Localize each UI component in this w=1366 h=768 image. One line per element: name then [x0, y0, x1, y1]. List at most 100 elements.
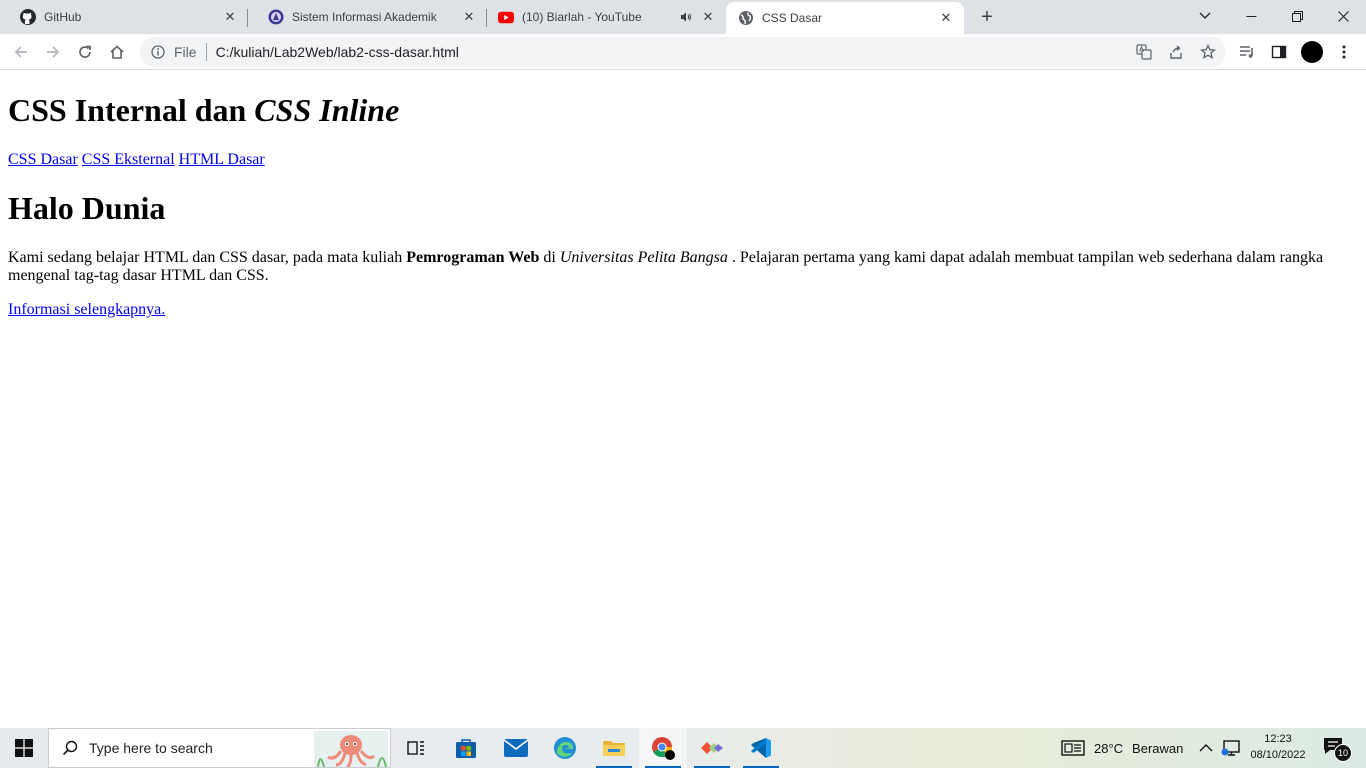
taskbar-app-chrome[interactable] — [639, 728, 687, 768]
vscode-icon — [751, 738, 771, 758]
menu-button[interactable] — [1330, 38, 1358, 66]
page-nav: CSS Dasar CSS Eksternal HTML Dasar — [8, 151, 265, 169]
task-view-icon — [407, 741, 424, 755]
omnibox-divider — [205, 43, 207, 61]
minimize-button[interactable] — [1228, 0, 1274, 32]
notification-center-button[interactable]: 10 — [1322, 736, 1352, 762]
close-icon[interactable]: ✕ — [938, 10, 954, 26]
arrow-left-icon — [14, 46, 27, 58]
intro-paragraph: Kami sedang belajar HTML dan CSS dasar, … — [8, 249, 1348, 285]
network-status[interactable] — [1221, 728, 1241, 768]
git-icon — [701, 742, 723, 754]
search-icon — [61, 739, 79, 757]
tab-github[interactable]: GitHub ✕ — [0, 0, 248, 34]
taskbar-app-file-explorer[interactable] — [590, 728, 638, 768]
more-info: Informasi selengkapnya. — [8, 301, 165, 319]
paragraph-italic: Universitas Pelita Bangsa — [559, 249, 728, 266]
close-window-button[interactable] — [1320, 0, 1366, 32]
taskbar-app-edge[interactable] — [541, 728, 589, 768]
weather-news-icon — [1061, 740, 1085, 756]
tab-title: GitHub — [44, 10, 82, 24]
new-tab-button[interactable]: + — [975, 6, 999, 28]
nav-link-html-dasar[interactable]: HTML Dasar — [179, 151, 265, 168]
paragraph-text: Kami sedang belajar HTML dan CSS dasar, … — [8, 249, 407, 266]
chevron-up-icon — [1199, 744, 1213, 752]
close-icon[interactable]: ✕ — [700, 9, 716, 25]
tab-title: CSS Dasar — [762, 11, 823, 25]
taskbar-app-vscode[interactable] — [737, 728, 785, 768]
side-panel-button[interactable] — [1265, 38, 1293, 66]
speaker-icon[interactable] — [678, 9, 694, 25]
browser-toolbar: File C:/kuliah/Lab2Web/lab2-css-dasar.ht… — [0, 34, 1366, 70]
tab-search-button[interactable] — [1182, 0, 1228, 32]
bookmark-star-icon[interactable] — [1199, 43, 1217, 61]
tab-sistem-informasi-akademik[interactable]: Sistem Informasi Akademik ✕ — [248, 0, 487, 34]
paragraph-text: di — [539, 249, 560, 266]
section-heading: Halo Dunia — [8, 190, 166, 226]
nav-link-css-eksternal[interactable]: CSS Eksternal — [82, 151, 175, 168]
close-icon — [1337, 10, 1349, 22]
search-highlight-octopus-icon — [314, 731, 388, 767]
side-panel-icon — [1271, 45, 1287, 59]
page-title: CSS Internal dan CSS Inline — [8, 92, 399, 129]
page-content: CSS Internal dan CSS Inline CSS Dasar CS… — [0, 71, 1366, 728]
home-icon — [110, 45, 124, 59]
mail-icon — [503, 739, 529, 757]
weather-widget[interactable]: 28°C Berawan — [1061, 728, 1183, 768]
globe-icon — [738, 10, 754, 26]
taskbar-app-git[interactable] — [688, 728, 736, 768]
share-icon[interactable] — [1167, 43, 1185, 61]
clock-time: 12:23 — [1264, 733, 1292, 745]
home-button[interactable] — [103, 38, 131, 66]
chrome-icon — [652, 737, 675, 760]
windows-logo-icon — [15, 739, 33, 757]
arrow-right-icon — [47, 46, 60, 58]
tab-title: Sistem Informasi Akademik — [292, 10, 437, 24]
close-icon[interactable]: ✕ — [461, 9, 477, 25]
university-logo-icon — [268, 9, 284, 25]
page-title-plain: CSS Internal dan — [8, 92, 255, 128]
show-hidden-icons-button[interactable] — [1199, 728, 1213, 768]
taskbar-search[interactable]: Type here to search — [48, 728, 391, 768]
back-button[interactable] — [7, 38, 35, 66]
url-text[interactable]: C:/kuliah/Lab2Web/lab2-css-dasar.html — [216, 44, 459, 60]
weather-description: Berawan — [1132, 740, 1184, 756]
windows-taskbar: Type here to search 28°C Berawan 12:23 0… — [0, 728, 1366, 768]
profile-avatar[interactable] — [1301, 41, 1323, 63]
more-info-link[interactable]: Informasi selengkapnya. — [8, 301, 165, 318]
microsoft-store-icon — [456, 739, 476, 758]
youtube-icon — [498, 9, 514, 25]
edge-icon — [554, 737, 576, 759]
reload-button[interactable] — [71, 38, 99, 66]
translate-icon[interactable] — [1135, 43, 1153, 61]
browser-tab-strip: GitHub ✕ Sistem Informasi Akademik ✕ (10… — [0, 0, 1366, 34]
system-clock[interactable]: 12:23 08/10/2022 — [1240, 731, 1316, 763]
tab-youtube[interactable]: (10) Biarlah - YouTube ✕ — [487, 0, 726, 34]
taskbar-app-mail[interactable] — [492, 728, 540, 768]
chevron-down-icon — [1199, 12, 1211, 19]
nav-link-css-dasar[interactable]: CSS Dasar — [8, 151, 78, 168]
github-icon — [20, 9, 36, 25]
playlist-icon — [1240, 46, 1253, 58]
search-placeholder: Type here to search — [89, 740, 213, 756]
page-title-italic: CSS Inline — [254, 92, 400, 128]
info-icon[interactable] — [150, 44, 166, 60]
address-bar[interactable]: File C:/kuliah/Lab2Web/lab2-css-dasar.ht… — [140, 37, 1226, 67]
restore-icon — [1291, 10, 1303, 22]
media-control-button[interactable] — [1233, 38, 1261, 66]
tab-css-dasar[interactable]: CSS Dasar ✕ — [726, 2, 964, 34]
weather-temperature: 28°C — [1094, 740, 1124, 756]
tab-title: (10) Biarlah - YouTube — [522, 10, 642, 24]
close-icon[interactable]: ✕ — [222, 9, 238, 25]
reload-icon — [79, 45, 91, 58]
forward-button[interactable] — [39, 38, 67, 66]
file-explorer-icon — [603, 741, 625, 756]
restore-button[interactable] — [1274, 0, 1320, 32]
url-scheme-label: File — [174, 44, 197, 60]
network-icon — [1221, 740, 1240, 756]
start-button[interactable] — [0, 728, 48, 768]
paragraph-bold: Pemrograman Web — [406, 249, 540, 266]
task-view-button[interactable] — [392, 728, 440, 768]
taskbar-app-store[interactable] — [442, 728, 490, 768]
kebab-menu-icon — [1342, 45, 1346, 59]
